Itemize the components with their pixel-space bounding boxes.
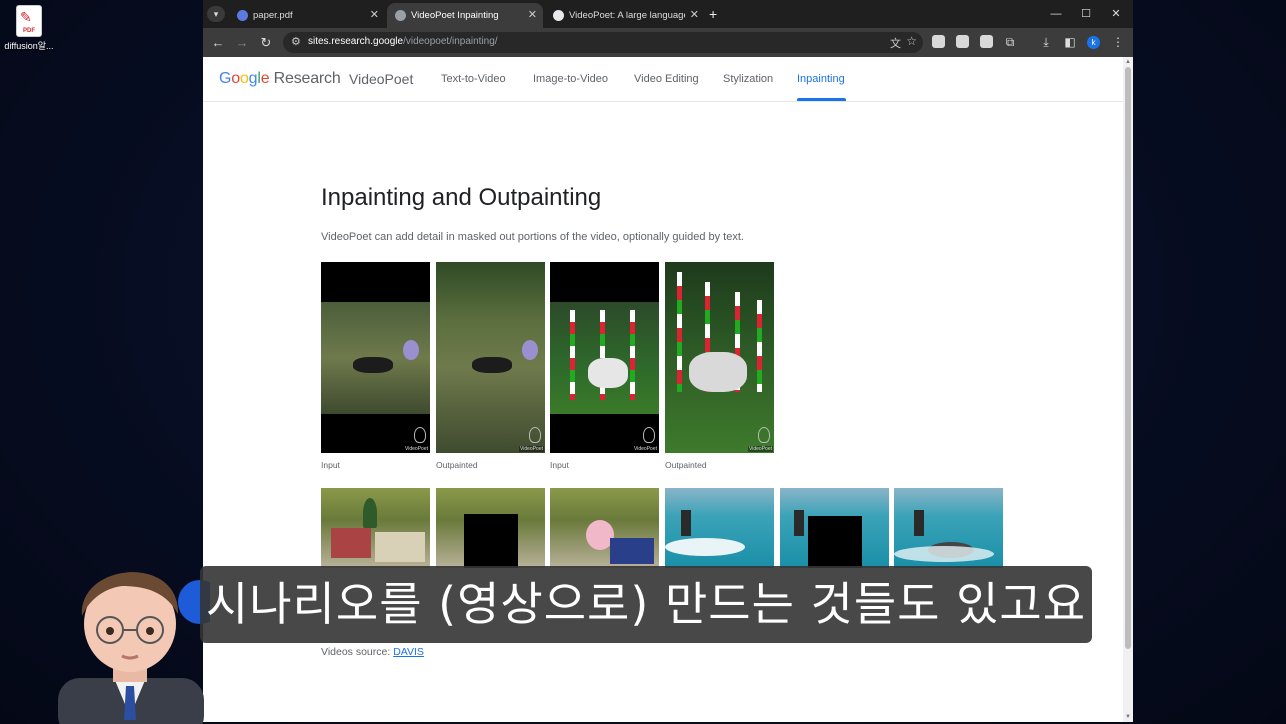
tab-close-icon[interactable]: ✕ [370,3,379,28]
desktop-icon-label: diffusion알... [4,41,54,51]
site-header: Google Research VideoPoet Text-to-Video … [203,57,1123,102]
scroll-down-arrow-icon[interactable]: ▼ [1125,714,1131,720]
videopoet-watermark-icon [758,427,770,443]
site-name[interactable]: VideoPoet [349,71,413,87]
address-bar[interactable]: ⚙ sites.research.google/videopoet/inpain… [283,32,923,53]
download-icon[interactable]: ⤓ [1037,28,1055,57]
active-tab-indicator [797,98,846,101]
nav-stylization[interactable]: Stylization [723,73,773,85]
translate-icon[interactable]: 文 [890,35,901,51]
google-favicon-icon [553,10,564,21]
videopoet-watermark-icon [529,427,541,443]
video-train-inpainted[interactable] [550,488,659,568]
scroll-up-arrow-icon[interactable]: ▲ [1125,59,1131,65]
video-train-masked[interactable] [436,488,545,568]
page-description: VideoPoet can add detail in masked out p… [321,231,744,243]
video-outpainted-agility[interactable]: VideoPoet [665,262,774,453]
menu-kebab-icon[interactable]: ⋮ [1109,28,1127,57]
video-outpainted-dog[interactable]: VideoPoet [436,262,545,453]
page-title: Inpainting and Outpainting [321,184,602,211]
video-train-input[interactable] [321,488,430,568]
caption-input: Input [550,460,569,470]
videopoet-watermark-icon [643,427,655,443]
nav-text-to-video[interactable]: Text-to-Video [441,73,506,85]
reload-button[interactable]: ↻ [255,28,277,57]
bookmark-star-icon[interactable]: ☆ [906,34,917,48]
video-input-dog[interactable]: VideoPoet [321,262,430,453]
maximize-button[interactable]: ☐ [1071,0,1101,28]
site-favicon-icon [395,10,406,21]
video-kitesurf-inpainted[interactable] [894,488,1003,568]
new-tab-button[interactable]: + [709,3,717,25]
forward-button[interactable]: → [231,28,253,57]
caption-outpainted: Outpainted [665,460,707,470]
davis-source-link[interactable]: DAVIS [393,646,424,658]
nav-video-editing[interactable]: Video Editing [634,73,699,85]
browser-toolbar: ← → ↻ ⚙ sites.research.google/videopoet/… [203,28,1133,57]
minimize-button[interactable]: — [1041,0,1071,28]
caption-input: Input [321,460,340,470]
pdf-file-icon: ✎ PDF [17,6,41,36]
side-panel-icon[interactable]: ◧ [1061,28,1079,57]
desktop-pdf-file[interactable]: ✎ PDF diffusion알... [4,6,54,52]
scrollbar-thumb[interactable] [1125,67,1131,649]
tab-search-button[interactable]: ▾ [207,6,225,22]
profile-avatar[interactable]: k [1087,36,1100,49]
tab-strip: ▾ paper.pdf ✕ VideoPoet Inpainting ✕ Vid… [203,0,1133,28]
extension-icon[interactable] [932,35,945,48]
nav-image-to-video[interactable]: Image-to-Video [533,73,608,85]
back-button[interactable]: ← [207,28,229,57]
videos-source: Videos source: DAVIS [321,646,424,658]
google-research-logo[interactable]: Google Research [219,70,341,88]
tab-videopoet-paper[interactable]: VideoPoet: A large language m ✕ [545,3,705,28]
tab-close-icon[interactable]: ✕ [528,3,537,28]
tab-paper-pdf[interactable]: paper.pdf ✕ [229,3,385,28]
page-scrollbar[interactable]: ▲ ▼ [1123,57,1133,722]
tab-close-icon[interactable]: ✕ [690,3,699,28]
extension-icon[interactable] [980,35,993,48]
extensions-puzzle-icon[interactable]: ⧉ [1001,28,1019,57]
tab-videopoet-inpainting[interactable]: VideoPoet Inpainting ✕ [387,3,543,28]
site-info-icon[interactable]: ⚙ [291,35,301,48]
presenter-avatar [58,572,210,724]
pdf-favicon-icon [237,10,248,21]
video-input-agility[interactable]: VideoPoet [550,262,659,453]
nav-inpainting[interactable]: Inpainting [797,73,845,85]
video-kitesurf-masked[interactable] [780,488,889,568]
caption-outpainted: Outpainted [436,460,478,470]
video-subtitle: 시나리오를 (영상으로) 만드는 것들도 있고요 [200,566,1092,643]
extension-icon[interactable] [956,35,969,48]
video-kitesurf-input[interactable] [665,488,774,568]
close-window-button[interactable]: ✕ [1101,0,1131,28]
videopoet-watermark-icon [414,427,426,443]
url-text[interactable]: sites.research.google/videopoet/inpainti… [308,36,498,47]
